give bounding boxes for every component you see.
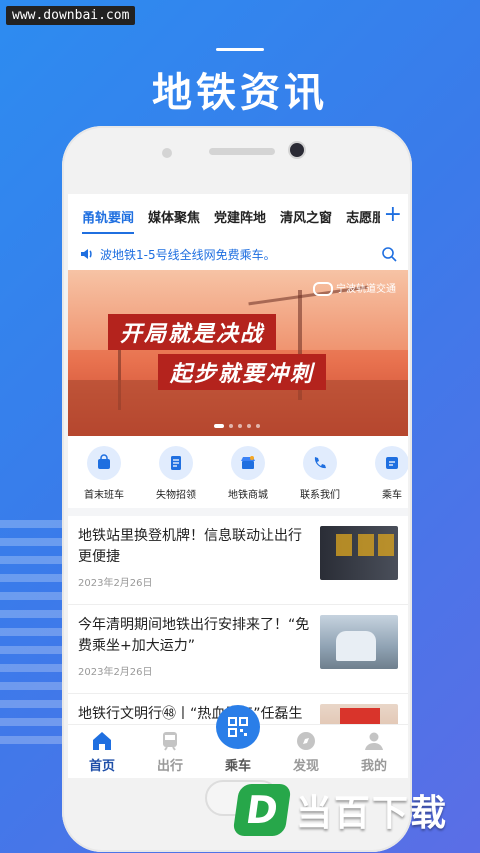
banner-carousel[interactable]: 宁波轨道交通 开局就是决战 起步就要冲刺 bbox=[68, 270, 408, 436]
news-item[interactable]: 地铁站里换登机牌！信息联动让出行更便捷 2023年2月26日 bbox=[68, 516, 408, 605]
speaker-icon bbox=[78, 245, 96, 263]
tab-party[interactable]: 党建阵地 bbox=[214, 207, 266, 226]
phone-icon bbox=[303, 446, 337, 480]
tab-integrity[interactable]: 清风之窗 bbox=[280, 207, 332, 226]
quick-link-contact[interactable]: 联系我们 bbox=[284, 442, 356, 506]
carousel-dot[interactable] bbox=[229, 424, 233, 428]
carousel-dot[interactable] bbox=[256, 424, 260, 428]
hero-title: 地铁资讯 bbox=[152, 70, 328, 116]
quick-link-lost-found[interactable]: 失物招领 bbox=[140, 442, 212, 506]
news-item[interactable]: 今年清明期间地铁出行安排来了！“免费乘坐+加大运力” 2023年2月26日 bbox=[68, 605, 408, 694]
notice-bar[interactable]: 波地铁1-5号线全线网免费乘车。 bbox=[68, 238, 408, 270]
carousel-dot[interactable] bbox=[247, 424, 251, 428]
phone-camera bbox=[288, 141, 306, 159]
compass-icon bbox=[294, 729, 318, 753]
category-tabs: 甬轨要闻 媒体聚焦 党建阵地 清风之窗 志愿服 + bbox=[68, 194, 408, 238]
news-thumbnail bbox=[320, 526, 398, 580]
news-title: 今年清明期间地铁出行安排来了！“免费乘坐+加大运力” bbox=[78, 617, 310, 654]
add-tab-button[interactable]: + bbox=[379, 202, 402, 227]
ticket-icon bbox=[375, 446, 408, 480]
hero-divider bbox=[216, 48, 264, 51]
quick-link-schedule[interactable]: 首末班车 bbox=[68, 442, 140, 506]
brand-watermark: D 当百下载 bbox=[232, 770, 476, 850]
tab-news[interactable]: 甬轨要闻 bbox=[82, 207, 135, 234]
brand-logo-icon: D bbox=[232, 784, 292, 836]
phone-sensor bbox=[162, 148, 172, 158]
site-watermark: www.downbai.com bbox=[6, 6, 136, 25]
train-icon bbox=[158, 729, 182, 753]
document-icon bbox=[159, 446, 193, 480]
section-divider bbox=[68, 508, 408, 516]
quick-link-shop[interactable]: 地铁商城 bbox=[212, 442, 284, 506]
phone-speaker bbox=[209, 148, 275, 155]
carousel-dot[interactable] bbox=[238, 424, 242, 428]
banner-logo: 宁波轨道交通 bbox=[313, 280, 396, 296]
news-date: 2023年2月26日 bbox=[78, 667, 153, 678]
tab-media[interactable]: 媒体聚焦 bbox=[148, 207, 200, 226]
user-icon bbox=[362, 729, 386, 753]
brand-text: 当百下载 bbox=[296, 793, 449, 834]
quick-link-ride[interactable]: 乘车 bbox=[356, 442, 408, 506]
nav-travel[interactable]: 出行 bbox=[136, 725, 204, 778]
nav-home[interactable]: 首页 bbox=[68, 725, 136, 778]
metro-logo-icon bbox=[313, 282, 333, 296]
news-title: 地铁站里换登机牌！信息联动让出行更便捷 bbox=[78, 528, 302, 565]
notice-text: 波地铁1-5号线全线网免费乘车。 bbox=[100, 247, 276, 262]
qr-code-icon[interactable] bbox=[216, 705, 260, 749]
app-screen: 甬轨要闻 媒体聚焦 党建阵地 清风之窗 志愿服 + 波地铁1-5号线全线网免费乘… bbox=[68, 194, 408, 778]
search-icon[interactable] bbox=[380, 245, 398, 263]
news-date: 2023年2月26日 bbox=[78, 578, 153, 589]
home-icon bbox=[90, 729, 114, 753]
banner-slogan-2: 起步就要冲刺 bbox=[158, 354, 327, 390]
news-thumbnail bbox=[320, 615, 398, 669]
carousel-dots bbox=[214, 424, 260, 428]
quick-links: 首末班车 失物招领 地铁商城 联系我们 乘车 bbox=[68, 442, 408, 506]
bag-icon bbox=[87, 446, 121, 480]
carousel-dot[interactable] bbox=[214, 424, 224, 428]
shop-icon bbox=[231, 446, 265, 480]
banner-slogan-1: 开局就是决战 bbox=[108, 314, 277, 350]
